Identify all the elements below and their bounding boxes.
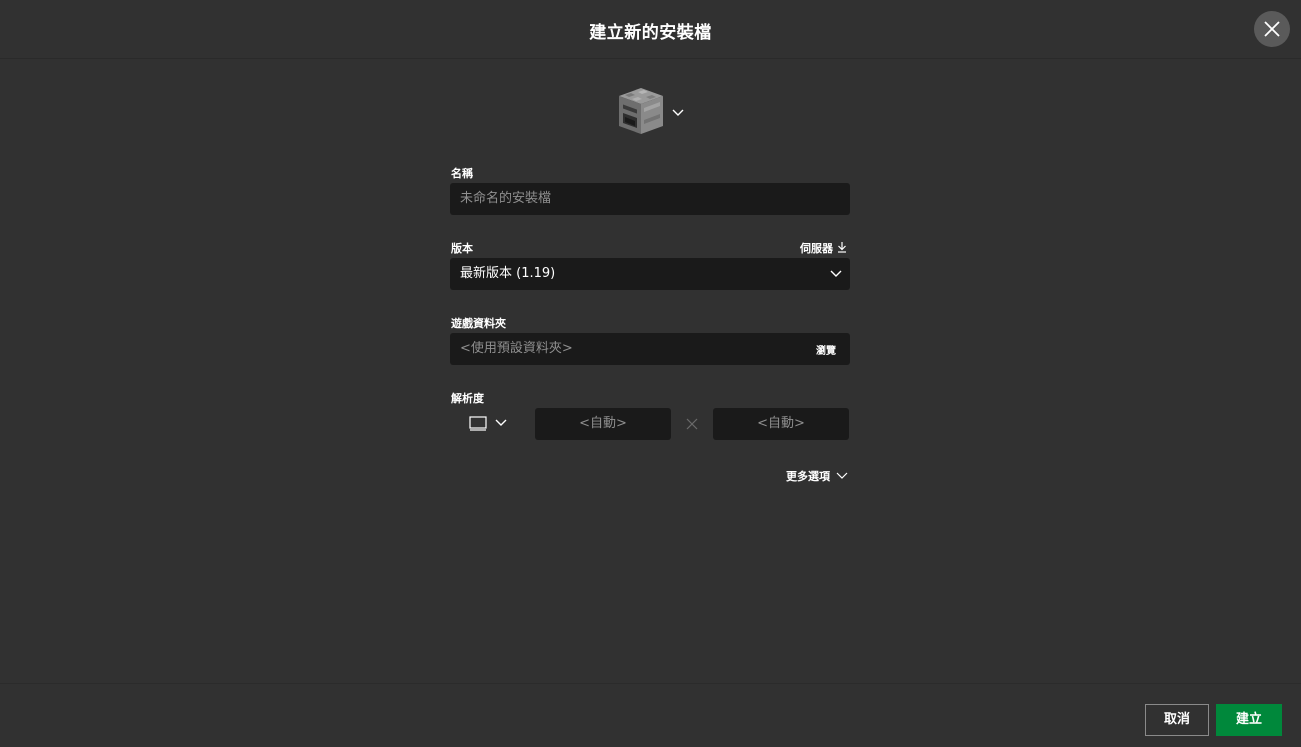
chevron-down-icon xyxy=(836,472,848,479)
installation-icon-picker[interactable] xyxy=(616,86,688,138)
name-input[interactable]: 未命名的安裝檔 xyxy=(450,183,850,215)
game-dir-label: 遊戲資料夾 xyxy=(451,317,506,330)
resolution-width-placeholder: <自動> xyxy=(579,416,627,431)
game-dir-input[interactable]: <使用預設資料夾> xyxy=(450,333,850,365)
server-link-label: 伺服器 xyxy=(800,242,833,255)
resolution-width-input[interactable]: <自動> xyxy=(535,408,671,440)
monitor-icon xyxy=(469,416,507,431)
download-icon xyxy=(838,242,846,253)
name-placeholder: 未命名的安裝檔 xyxy=(460,191,552,206)
resolution-height-input[interactable]: <自動> xyxy=(713,408,849,440)
cancel-button[interactable]: 取消 xyxy=(1145,704,1209,736)
dialog-header: 建立新的安裝檔 xyxy=(0,0,1301,59)
close-button[interactable] xyxy=(1254,11,1290,47)
version-label: 版本 xyxy=(451,242,473,255)
more-options-toggle[interactable]: 更多選項 xyxy=(786,468,848,484)
dialog-footer xyxy=(0,683,1301,747)
more-options-label: 更多選項 xyxy=(786,470,830,483)
name-label: 名稱 xyxy=(451,167,473,180)
version-selected-value: 最新版本 (1.19) xyxy=(460,266,556,281)
resolution-height-placeholder: <自動> xyxy=(757,416,805,431)
browse-button[interactable]: 瀏覽 xyxy=(816,342,836,357)
version-select[interactable]: 最新版本 (1.19) xyxy=(450,258,850,290)
furnace-block-icon xyxy=(619,88,684,134)
chevron-down-icon xyxy=(830,270,842,277)
close-icon xyxy=(1264,21,1280,37)
times-icon xyxy=(686,418,698,430)
game-dir-placeholder: <使用預設資料夾> xyxy=(460,341,573,356)
create-button[interactable]: 建立 xyxy=(1216,704,1282,736)
resolution-preset-dropdown[interactable] xyxy=(466,412,512,436)
resolution-label: 解析度 xyxy=(451,392,484,405)
dialog-title: 建立新的安裝檔 xyxy=(589,23,712,43)
server-download-link[interactable]: 伺服器 xyxy=(800,240,846,256)
